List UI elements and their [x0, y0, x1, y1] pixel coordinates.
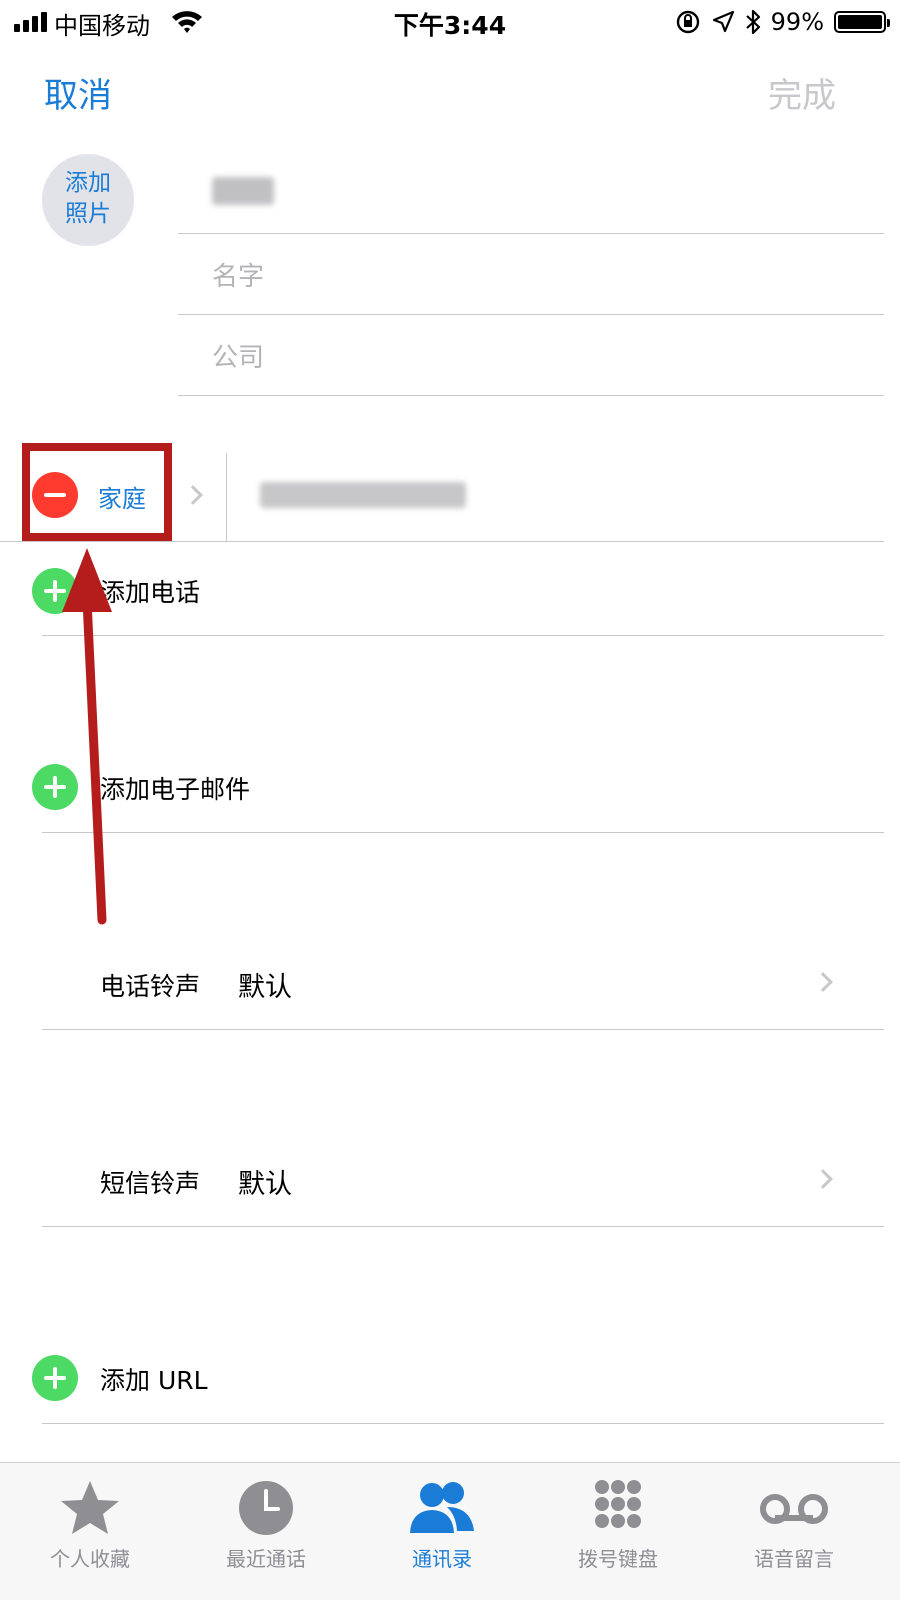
keypad-icon: [595, 1480, 641, 1528]
tab-recents-label: 最近通话: [226, 1547, 306, 1571]
clock-icon: [239, 1481, 293, 1535]
tab-favorites[interactable]: 个人收藏: [0, 1463, 180, 1600]
tab-recents[interactable]: 最近通话: [176, 1463, 356, 1600]
star-icon: [61, 1481, 119, 1534]
add-url-label: 添加 URL: [100, 1366, 208, 1395]
text-tone-label: 短信铃声: [100, 1169, 201, 1198]
tab-bar: 个人收藏 最近通话 通讯录 拨号键盘 语音留言: [0, 1462, 900, 1600]
battery-percent: 99%: [770, 8, 824, 36]
ringtone-row[interactable]: 电话铃声 默认: [42, 935, 884, 1030]
chevron-right-icon: [813, 972, 833, 992]
location-arrow-icon: [712, 10, 734, 33]
tab-voicemail-label: 语音留言: [754, 1547, 834, 1571]
chevron-right-icon: [813, 1169, 833, 1189]
first-name-field[interactable]: 名字: [178, 234, 884, 315]
add-email-label: 添加电子邮件: [100, 775, 251, 804]
tab-voicemail[interactable]: 语音留言: [704, 1463, 884, 1600]
bluetooth-icon: [745, 9, 760, 35]
text-tone-row[interactable]: 短信铃声 默认: [42, 1131, 884, 1227]
text-tone-value: 默认: [238, 1169, 292, 1200]
tab-keypad-label: 拨号键盘: [578, 1547, 658, 1571]
add-photo-label: 添加 照片: [65, 170, 111, 227]
cancel-button[interactable]: 取消: [44, 68, 112, 117]
tab-contacts[interactable]: 通讯录: [352, 1463, 532, 1600]
voicemail-icon: [760, 1494, 828, 1524]
add-photo-button[interactable]: 添加 照片: [42, 154, 134, 246]
ringtone-value: 默认: [238, 972, 292, 1003]
first-name-placeholder: 名字: [212, 262, 265, 292]
company-placeholder: 公司: [212, 343, 265, 373]
tab-keypad[interactable]: 拨号键盘: [528, 1463, 708, 1600]
add-email-row[interactable]: 添加电子邮件: [32, 738, 884, 833]
last-name-field[interactable]: [178, 153, 884, 234]
ringtone-label: 电话铃声: [100, 972, 201, 1001]
status-bar: 中国移动 下午3:44 99%: [0, 0, 900, 44]
add-url-row[interactable]: 添加 URL: [32, 1329, 884, 1424]
tab-favorites-label: 个人收藏: [50, 1547, 130, 1571]
add-phone-row[interactable]: 添加电话: [32, 542, 884, 636]
add-url-icon[interactable]: [32, 1355, 78, 1401]
redacted-phone-number[interactable]: [260, 482, 466, 508]
add-phone-label: 添加电话: [100, 578, 201, 607]
add-phone-icon[interactable]: [32, 568, 78, 614]
tab-contacts-label: 通讯录: [412, 1547, 472, 1571]
company-field[interactable]: 公司: [178, 315, 884, 396]
divider: [226, 453, 227, 542]
annotation-highlight-box: [22, 443, 172, 541]
add-email-icon[interactable]: [32, 764, 78, 810]
contacts-icon: [410, 1482, 474, 1533]
battery-icon: [834, 11, 890, 33]
chevron-right-icon: [183, 485, 203, 505]
done-button[interactable]: 完成: [768, 68, 836, 117]
rotation-lock-icon: [676, 10, 699, 34]
redacted-last-name: [212, 177, 274, 205]
